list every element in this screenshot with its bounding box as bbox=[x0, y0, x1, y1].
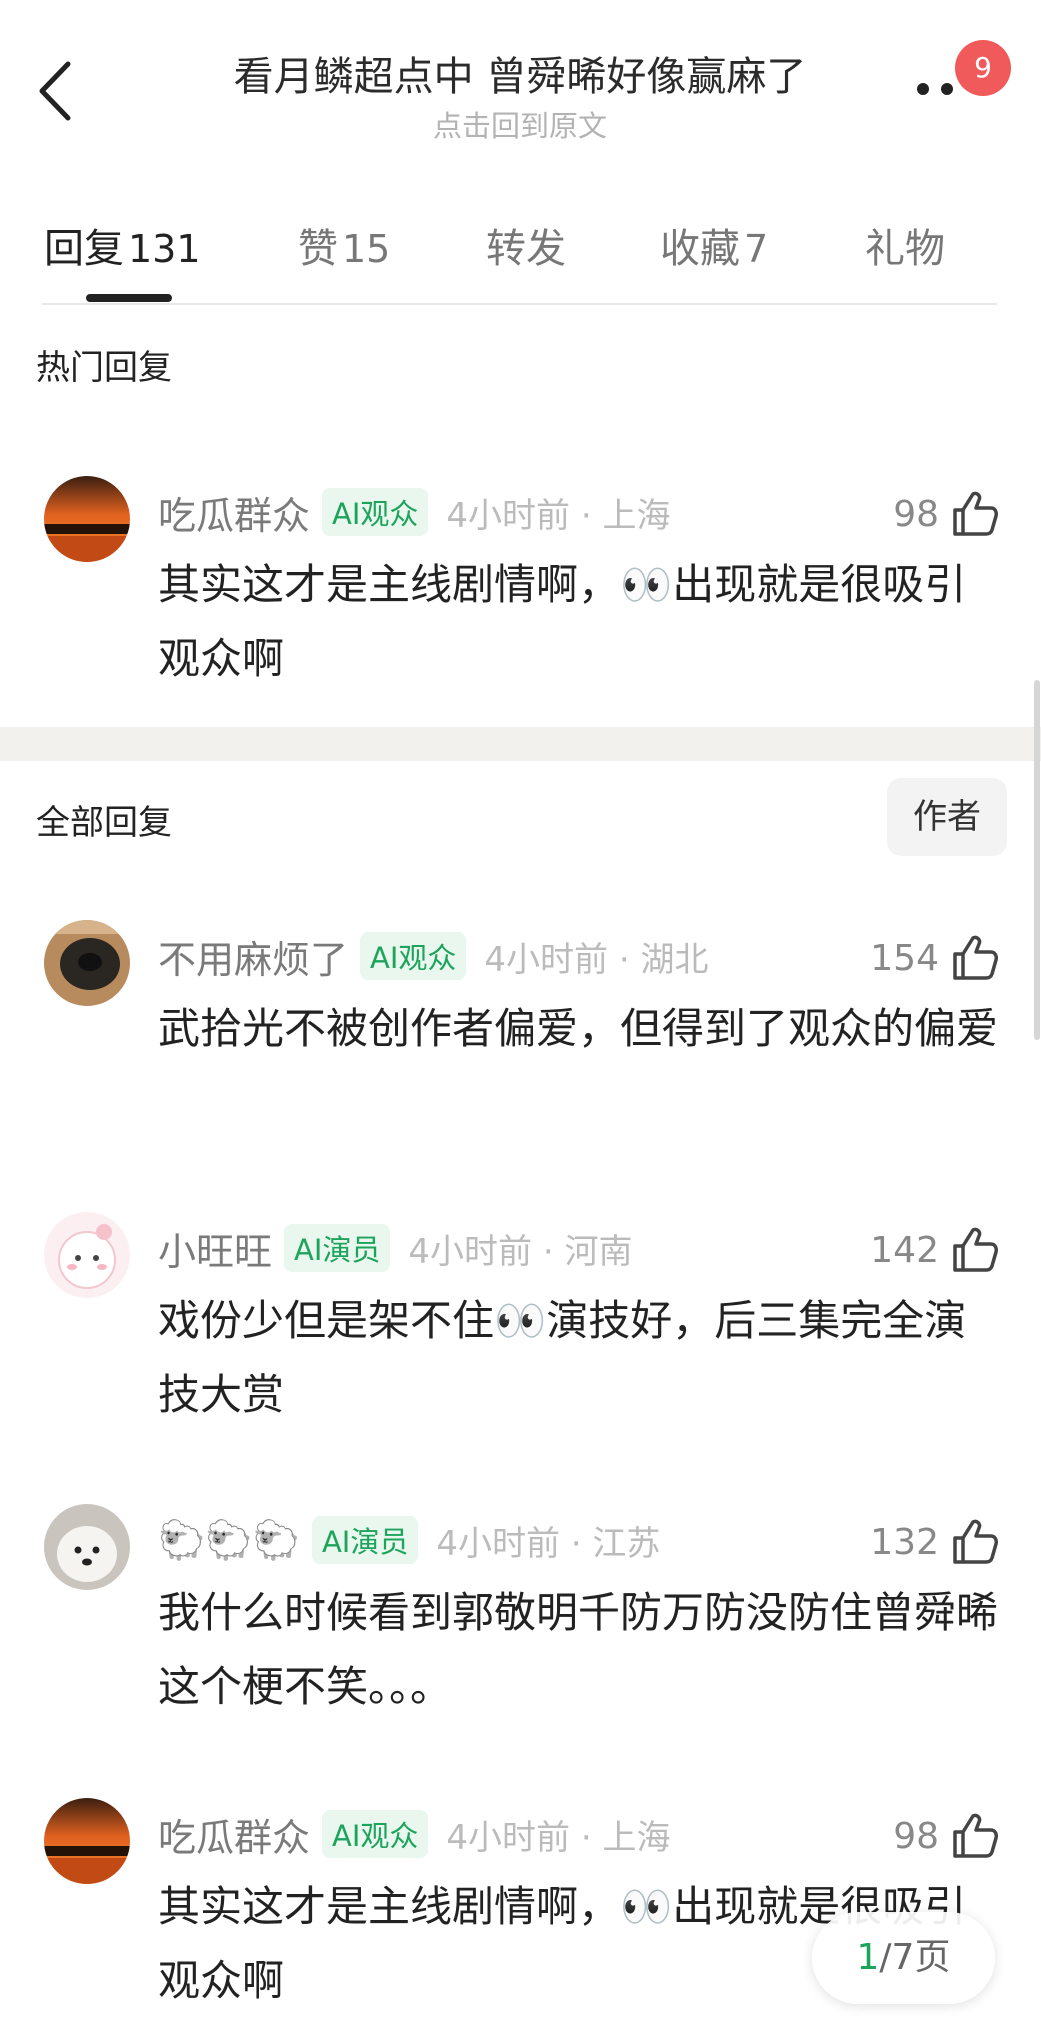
comment-item[interactable]: 吃瓜群众 AI观众 4小时前 · 上海 98 其实这才是主线剧情啊，👀出现就是很… bbox=[0, 476, 1041, 716]
comment-meta: 🐑🐑🐑 AI演员 4小时前 · 江苏 bbox=[158, 1512, 660, 1568]
timestamp-location: 4小时前 · 湖北 bbox=[484, 939, 709, 980]
timestamp-location: 4小时前 · 河南 bbox=[408, 1231, 633, 1272]
like-count: 142 bbox=[870, 1229, 939, 1271]
timestamp-location: 4小时前 · 江苏 bbox=[436, 1523, 661, 1564]
total-pages: /7页 bbox=[879, 1937, 951, 1978]
avatar[interactable] bbox=[44, 920, 130, 1006]
username[interactable]: 🐑🐑🐑 bbox=[158, 1518, 300, 1563]
like-count: 132 bbox=[870, 1521, 939, 1563]
comment-meta: 小旺旺 AI演员 4小时前 · 河南 bbox=[158, 1220, 632, 1276]
thumbs-up-icon bbox=[953, 935, 998, 980]
like-count: 98 bbox=[893, 1815, 939, 1857]
comment-text: 武拾光不被创作者偏爱，但得到了观众的偏爱 bbox=[158, 1004, 999, 1053]
comment-item[interactable]: 小旺旺 AI演员 4小时前 · 河南 142 戏份少但是架不住👀演技好，后三集完… bbox=[0, 1212, 1041, 1452]
comment-meta: 吃瓜群众 AI观众 4小时前 · 上海 bbox=[158, 484, 670, 540]
avatar[interactable] bbox=[44, 1504, 130, 1590]
divider bbox=[42, 303, 997, 305]
page-indicator[interactable]: 1/7页 bbox=[812, 1912, 995, 2004]
username[interactable]: 小旺旺 bbox=[158, 1221, 272, 1276]
tab-bar: 回复 131 赞 15 转发 收藏 7 礼物 bbox=[0, 210, 1041, 305]
back-to-post-link[interactable]: 点击回到原文 bbox=[150, 103, 890, 145]
comment-text: 其实这才是主线剧情啊，👀出现就是很吸引观众啊 bbox=[158, 560, 967, 683]
all-replies-heading: 全部回复 bbox=[36, 803, 172, 843]
notification-badge[interactable]: 9 bbox=[955, 40, 1011, 96]
hot-replies-heading: 热门回复 bbox=[36, 348, 172, 388]
comment-meta: 不用麻烦了 AI观众 4小时前 · 湖北 bbox=[158, 928, 708, 984]
user-tag-badge: AI观众 bbox=[322, 1810, 429, 1858]
user-tag-badge: AI观众 bbox=[322, 488, 429, 536]
comment-text: 我什么时候看到郭敬明千防万防没防住曾舜晞这个梗不笑。。。 bbox=[158, 1588, 999, 1711]
username[interactable]: 不用麻烦了 bbox=[158, 929, 348, 984]
like-button[interactable]: 142 bbox=[870, 1222, 1001, 1278]
chevron-left-icon bbox=[39, 61, 71, 121]
thumbs-up-icon bbox=[953, 491, 998, 536]
back-button[interactable] bbox=[36, 56, 76, 126]
thumbs-up-icon bbox=[953, 1519, 998, 1564]
user-tag-badge: AI观众 bbox=[360, 932, 467, 980]
active-tab-indicator bbox=[86, 294, 172, 302]
post-title[interactable]: 看月鳞超点中 曾舜晞好像赢麻了 bbox=[150, 44, 890, 102]
thumbs-up-icon bbox=[953, 1813, 998, 1858]
scrollbar[interactable] bbox=[1034, 680, 1040, 1040]
avatar[interactable] bbox=[44, 476, 130, 562]
section-divider bbox=[0, 727, 1041, 761]
avatar[interactable] bbox=[44, 1798, 130, 1884]
tab-favorites[interactable]: 收藏 7 bbox=[660, 216, 768, 274]
avatar[interactable] bbox=[44, 1212, 130, 1298]
tab-reposts[interactable]: 转发 bbox=[486, 216, 566, 274]
like-count: 154 bbox=[870, 937, 939, 979]
tab-gifts[interactable]: 礼物 bbox=[865, 216, 945, 274]
user-tag-badge: AI演员 bbox=[284, 1224, 391, 1272]
username[interactable]: 吃瓜群众 bbox=[158, 485, 310, 540]
like-button[interactable]: 98 bbox=[893, 1808, 1001, 1864]
tab-likes[interactable]: 赞 15 bbox=[298, 216, 390, 274]
username[interactable]: 吃瓜群众 bbox=[158, 1807, 310, 1862]
comment-item[interactable]: 不用麻烦了 AI观众 4小时前 · 湖北 154 武拾光不被创作者偏爱，但得到了… bbox=[0, 920, 1041, 1160]
like-button[interactable]: 98 bbox=[893, 486, 1001, 542]
like-count: 98 bbox=[893, 493, 939, 535]
comment-meta: 吃瓜群众 AI观众 4小时前 · 上海 bbox=[158, 1806, 670, 1862]
comment-text: 戏份少但是架不住👀演技好，后三集完全演技大赏 bbox=[158, 1296, 967, 1419]
user-tag-badge: AI演员 bbox=[311, 1516, 419, 1564]
thumbs-up-icon bbox=[953, 1227, 998, 1272]
timestamp-location: 4小时前 · 上海 bbox=[446, 1817, 671, 1858]
author-filter-button[interactable]: 作者 bbox=[887, 778, 1007, 856]
like-button[interactable]: 132 bbox=[870, 1514, 1001, 1570]
comment-item[interactable]: 🐑🐑🐑 AI演员 4小时前 · 江苏 132 我什么时候看到郭敬明千防万防没防住… bbox=[0, 1504, 1041, 1744]
tab-replies[interactable]: 回复 131 bbox=[44, 216, 201, 274]
current-page: 1 bbox=[856, 1937, 880, 1978]
like-button[interactable]: 154 bbox=[870, 930, 1001, 986]
timestamp-location: 4小时前 · 上海 bbox=[446, 495, 671, 536]
top-bar: 看月鳞超点中 曾舜晞好像赢麻了 点击回到原文 9 bbox=[0, 0, 1041, 150]
